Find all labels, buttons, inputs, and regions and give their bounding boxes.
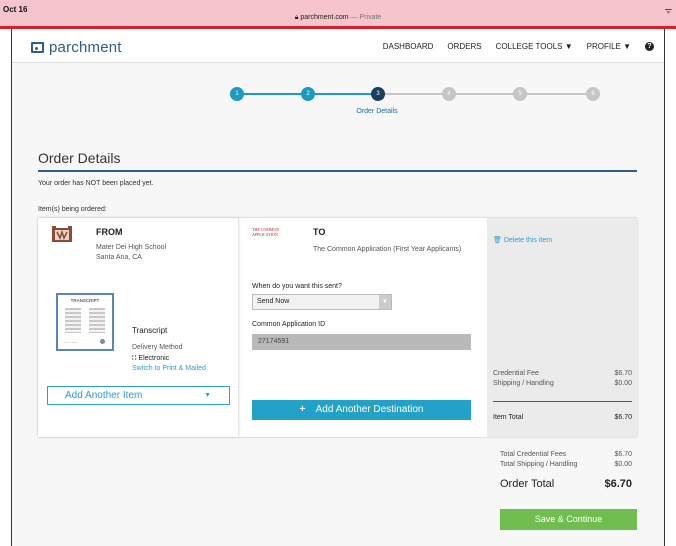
- help-icon[interactable]: ?: [645, 42, 654, 51]
- switch-to-print-link[interactable]: Switch to Print & Mailed: [132, 365, 206, 372]
- add-destination-label: Add Another Destination: [315, 404, 424, 415]
- document-page-icon: [89, 308, 105, 333]
- common-app-id-field[interactable]: 27174591: [252, 334, 471, 350]
- to-heading: TO: [313, 227, 326, 237]
- order-total-value: $6.70: [604, 478, 632, 490]
- delete-item-label: Delete this item: [503, 237, 553, 244]
- total-shipping-value: $0.00: [614, 461, 632, 468]
- add-another-item-dropdown[interactable]: Add Another Item ▼: [47, 386, 230, 405]
- nav-profile[interactable]: PROFILE ▼: [587, 42, 631, 51]
- send-timing-label: When do you want this sent?: [252, 283, 342, 290]
- shipping-fee-row: Shipping / Handling $0.00: [493, 380, 632, 387]
- total-shipping-row: Total Shipping / Handling $0.00: [500, 461, 632, 468]
- step-3: 3: [371, 87, 385, 101]
- document-page-icon: [65, 308, 81, 333]
- step-4: 4: [442, 87, 456, 101]
- credential-fee-label: Credential Fee: [493, 370, 539, 377]
- rss-icon: ∷: [132, 355, 137, 362]
- fee-divider: [493, 401, 632, 402]
- chevron-down-icon: ▼: [379, 295, 391, 309]
- item-name: Transcript: [132, 326, 168, 335]
- shipping-fee-value: $0.00: [614, 380, 632, 387]
- fee-column: [487, 218, 637, 437]
- shipping-fee-label: Shipping / Handling: [493, 380, 554, 387]
- school-seal-icon: [52, 226, 72, 242]
- from-heading: FROM: [96, 227, 123, 237]
- address-url: parchment.com: [300, 14, 349, 21]
- wifi-icon: ᯤ: [664, 6, 672, 15]
- transcript-thumbnail-title: TRANSCRIPT: [70, 298, 100, 303]
- site-header: parchment DASHBOARD ORDERS COLLEGE TOOLS…: [12, 29, 664, 63]
- nav-orders[interactable]: ORDERS: [447, 42, 481, 51]
- status-date: Oct 16: [3, 5, 28, 14]
- items-label: Item(s) being ordered:: [38, 206, 107, 213]
- from-school-name: Mater Dei High School: [96, 244, 167, 251]
- step-1[interactable]: 1: [230, 87, 244, 101]
- step-2[interactable]: 2: [301, 87, 315, 101]
- delete-item-link[interactable]: 🗑︎ Delete this item: [493, 236, 552, 244]
- browser-status-bar: Oct 16 🔒︎ parchment.com — Private ᯤ: [0, 0, 676, 29]
- item-total-row: Item Total $6.70: [493, 414, 632, 421]
- credential-fee-row: Credential Fee $6.70: [493, 370, 632, 377]
- parchment-logo-icon: [31, 42, 44, 53]
- trash-icon: 🗑︎: [493, 237, 502, 244]
- transcript-thumbnail: TRANSCRIPT ~~~ ~~~: [56, 293, 114, 351]
- send-timing-select[interactable]: Send Now ▼: [252, 294, 392, 310]
- total-credential-label: Total Credential Fees: [500, 451, 567, 458]
- title-divider: [38, 170, 637, 172]
- item-total-value: $6.70: [614, 414, 632, 421]
- total-credential-row: Total Credential Fees $6.70: [500, 451, 632, 458]
- common-app-logo: THE COMMON APPLICATION: [252, 227, 280, 237]
- delivery-method-text: Electronic: [138, 355, 170, 362]
- seal-dot-icon: [100, 339, 105, 344]
- plus-icon: +: [299, 404, 306, 415]
- step-current-label: Order Details: [356, 108, 398, 115]
- item-total-label: Item Total: [493, 414, 524, 421]
- nav-college-tools[interactable]: COLLEGE TOOLS ▼: [496, 42, 573, 51]
- parchment-logo-text: parchment: [49, 39, 122, 56]
- chevron-down-icon: ▼: [204, 392, 211, 399]
- delivery-method-value: ∷ Electronic: [132, 354, 169, 362]
- signature-mark: ~~~ ~~~: [64, 341, 78, 345]
- total-credential-value: $6.70: [614, 451, 632, 458]
- add-item-label: Add Another Item: [65, 390, 143, 401]
- common-app-id-label: Common Application ID: [252, 321, 326, 328]
- delivery-method-label: Delivery Method: [132, 344, 183, 351]
- step-6: 6: [586, 87, 600, 101]
- add-another-destination-button[interactable]: + Add Another Destination: [252, 400, 471, 420]
- order-notice: Your order has NOT been placed yet.: [38, 180, 154, 187]
- nav-dashboard[interactable]: DASHBOARD: [383, 42, 434, 51]
- private-indicator: — Private: [350, 14, 382, 21]
- from-location: Santa Ana, CA: [96, 254, 142, 261]
- save-continue-button[interactable]: Save & Continue: [500, 509, 637, 530]
- page-title: Order Details: [38, 150, 121, 166]
- lock-icon: 🔒︎: [294, 14, 299, 21]
- address-bar[interactable]: 🔒︎ parchment.com — Private: [0, 14, 676, 22]
- parchment-logo[interactable]: parchment: [31, 39, 122, 56]
- total-shipping-label: Total Shipping / Handling: [500, 461, 578, 468]
- main-nav: DASHBOARD ORDERS COLLEGE TOOLS ▼ PROFILE…: [369, 42, 654, 51]
- order-total-row: Order Total $6.70: [500, 478, 632, 490]
- send-timing-value: Send Now: [257, 298, 290, 305]
- step-5: 5: [513, 87, 527, 101]
- credential-fee-value: $6.70: [614, 370, 632, 377]
- order-total-label: Order Total: [500, 478, 555, 490]
- to-recipient: The Common Application (First Year Appli…: [313, 246, 462, 253]
- stepper-line-todo: [378, 93, 594, 95]
